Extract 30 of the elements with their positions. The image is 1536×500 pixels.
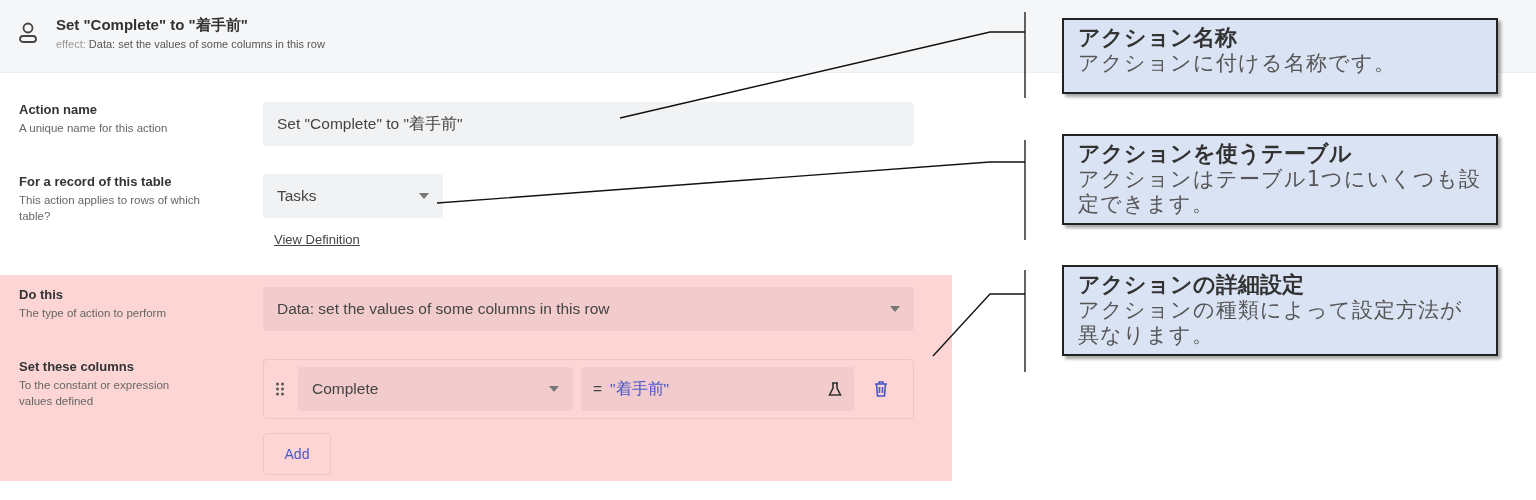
field-label: Action name — [19, 102, 98, 117]
callout-text: アクションに付ける名称です。 — [1078, 51, 1397, 76]
caret-icon — [419, 193, 429, 199]
caret-icon — [890, 306, 900, 312]
column-select[interactable]: Complete — [298, 367, 573, 411]
callout-text: アクションはテーブル1つにいくつも設定できます。 — [1078, 167, 1482, 217]
action-name-field[interactable]: Set "Complete" to "着手前" — [263, 102, 914, 146]
caret-icon — [549, 386, 559, 392]
view-definition-link[interactable]: View Definition — [274, 232, 360, 247]
field-hint: To the constant or expression values defined — [19, 378, 171, 409]
delete-icon[interactable] — [874, 381, 888, 397]
field-hint: The type of action to perform — [19, 306, 168, 321]
table-select[interactable]: Tasks — [263, 174, 443, 218]
field-hint: This action applies to rows of which table? — [19, 193, 201, 224]
flask-icon[interactable] — [828, 382, 842, 396]
expression-field[interactable]: = "着手前" — [581, 367, 854, 411]
person-icon — [18, 22, 38, 44]
callout-title: アクションの詳細設定 — [1078, 272, 1305, 298]
field-hint: A unique name for this action — [19, 121, 169, 136]
field-label: For a record of this table — [19, 174, 173, 189]
effect-text: effect: Data: set the values of some columns in this row — [56, 38, 325, 50]
callout-text: アクションの種類によって設定方法が異なります。 — [1078, 298, 1464, 348]
field-label: Set these columns — [19, 359, 135, 374]
add-button[interactable]: Add — [263, 433, 331, 475]
drag-handle-icon[interactable] — [276, 382, 284, 396]
action-type-select[interactable]: Data: set the values of some columns in this row — [263, 287, 914, 331]
callout-title: アクション名称 — [1078, 25, 1238, 51]
callout-title: アクションを使うテーブル — [1078, 141, 1353, 167]
field-label: Do this — [19, 287, 65, 302]
action-title: Set "Complete" to "着手前" — [56, 16, 249, 35]
